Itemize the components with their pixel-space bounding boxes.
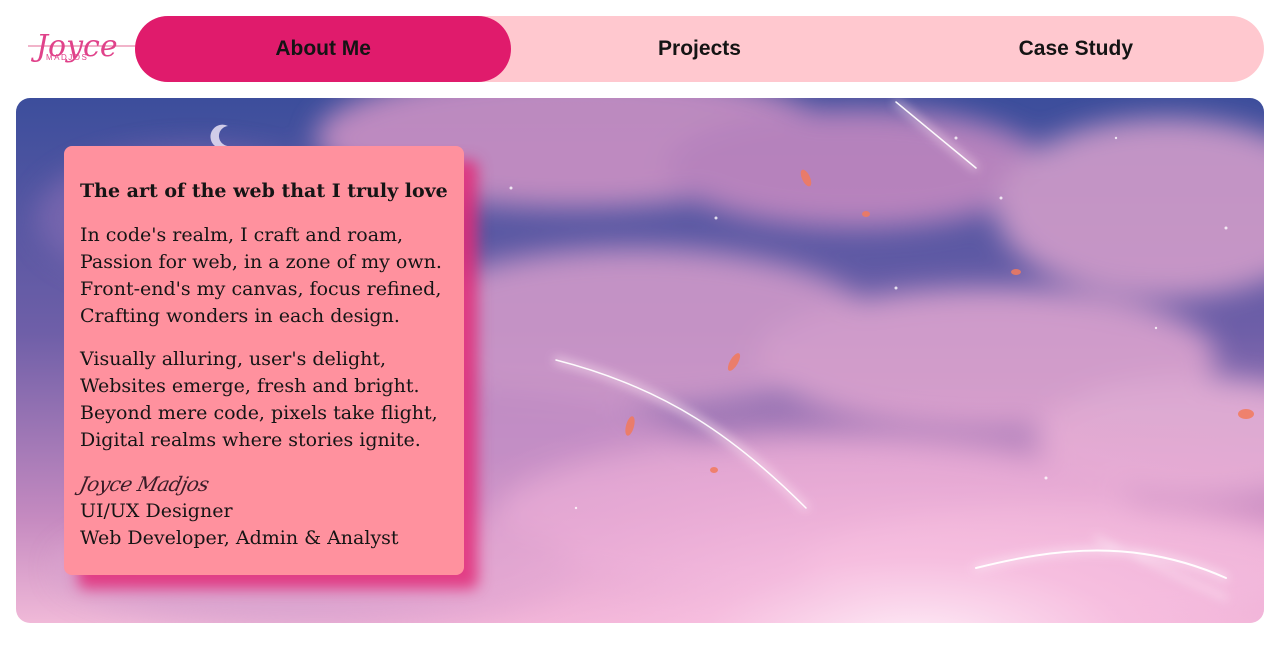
card-title: The art of the web that I truly love [80,180,448,202]
tab-case-study[interactable]: Case Study [888,16,1264,82]
poem-line: Visually alluring, user's delight, [80,348,387,370]
poem-line: Websites emerge, fresh and bright. [80,375,420,397]
main-nav: About Me Projects Case Study [135,16,1264,82]
top-bar: Joyce MADJOS About Me Projects Case Stud… [0,0,1280,98]
poem-line: Passion for web, in a zone of my own. [80,251,442,273]
about-card: The art of the web that I truly love In … [64,146,464,575]
logo-surname: MADJOS [46,53,88,62]
logo[interactable]: Joyce MADJOS [28,14,138,82]
signature: Joyce Madjos [77,472,212,496]
tab-about-me[interactable]: About Me [135,16,512,82]
role-designer: UI/UX Designer [80,500,233,522]
poem-line: Crafting wonders in each design. [80,305,400,327]
poem-line: Front-end's my canvas, focus refined, [80,278,442,300]
poem-stanza-2: Visually alluring, user's delight, Websi… [80,346,448,454]
poem-stanza-1: In code's realm, I craft and roam, Passi… [80,222,448,330]
role-developer: Web Developer, Admin & Analyst [80,527,399,549]
poem-line: Beyond mere code, pixels take flight, [80,402,438,424]
poem-line: In code's realm, I craft and roam, [80,224,404,246]
poem-line: Digital realms where stories ignite. [80,429,421,451]
tab-projects[interactable]: Projects [511,16,887,82]
